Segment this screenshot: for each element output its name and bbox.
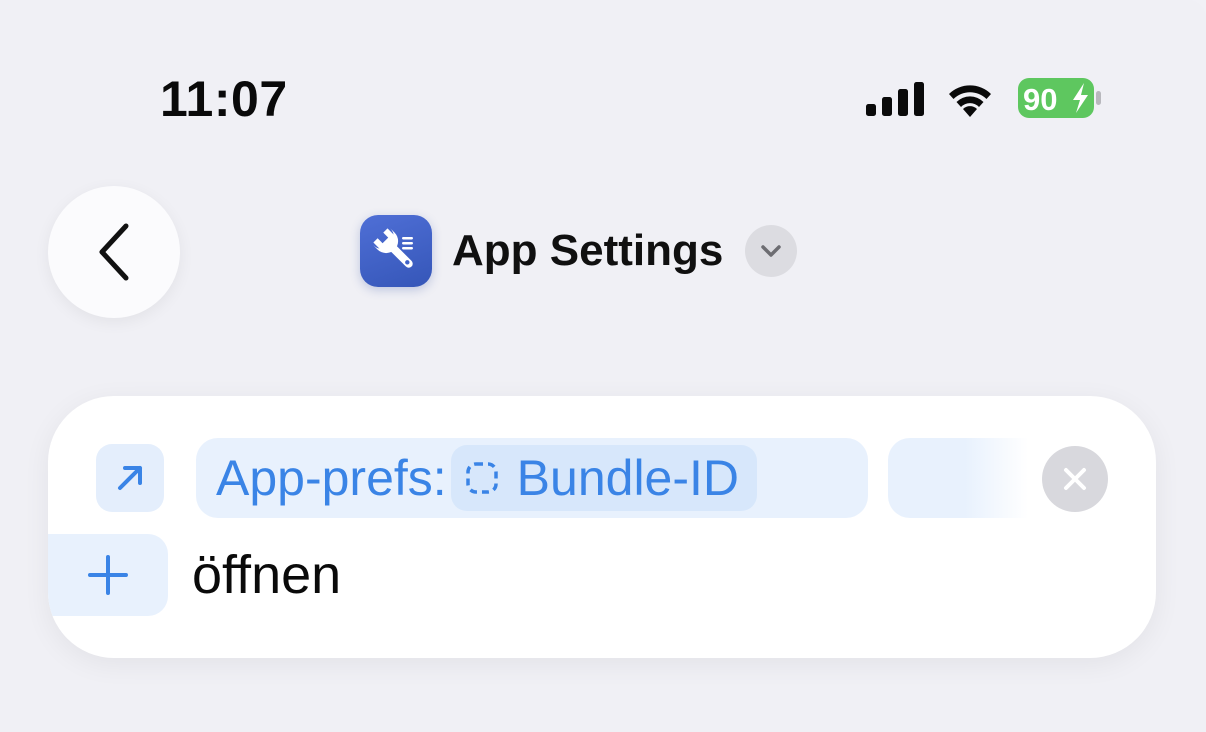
cellular-signal-icon <box>866 82 924 116</box>
variable-label: Bundle-ID <box>516 450 740 506</box>
shortcut-title-menu[interactable]: App Settings <box>360 214 798 288</box>
chevron-down-icon <box>761 245 782 257</box>
app-icon <box>360 215 432 287</box>
add-parameter-button[interactable] <box>48 534 168 616</box>
action-icon <box>96 444 164 512</box>
url-overflow-fade <box>888 438 1028 518</box>
open-url-action-card: App-prefs: Bundle-ID öffnen <box>48 396 1156 658</box>
wifi-icon <box>949 85 991 117</box>
clear-button[interactable] <box>1042 446 1108 512</box>
dashed-square-icon <box>465 461 499 495</box>
title-menu-button[interactable] <box>745 225 798 277</box>
url-prefix-text: App-prefs: <box>216 450 447 506</box>
plus-icon <box>88 555 128 595</box>
url-parameter-field[interactable]: App-prefs: Bundle-ID <box>196 438 868 518</box>
shortcut-editor-screen: 11:07 90 App Settings App-prefs: Bundle-… <box>0 0 1206 732</box>
bundle-id-variable[interactable]: Bundle-ID <box>450 445 758 511</box>
shortcut-title: App Settings <box>452 226 724 275</box>
status-time: 11:07 <box>160 71 288 127</box>
close-icon <box>1064 468 1086 490</box>
back-button[interactable] <box>48 186 180 318</box>
wrench-icon <box>373 228 413 268</box>
chevron-left-icon <box>99 223 129 281</box>
arrow-up-right-icon <box>118 466 142 490</box>
battery-charging-icon: 90 <box>1018 78 1101 118</box>
action-verb: öffnen <box>192 545 342 605</box>
battery-level: 90 <box>1023 82 1057 117</box>
